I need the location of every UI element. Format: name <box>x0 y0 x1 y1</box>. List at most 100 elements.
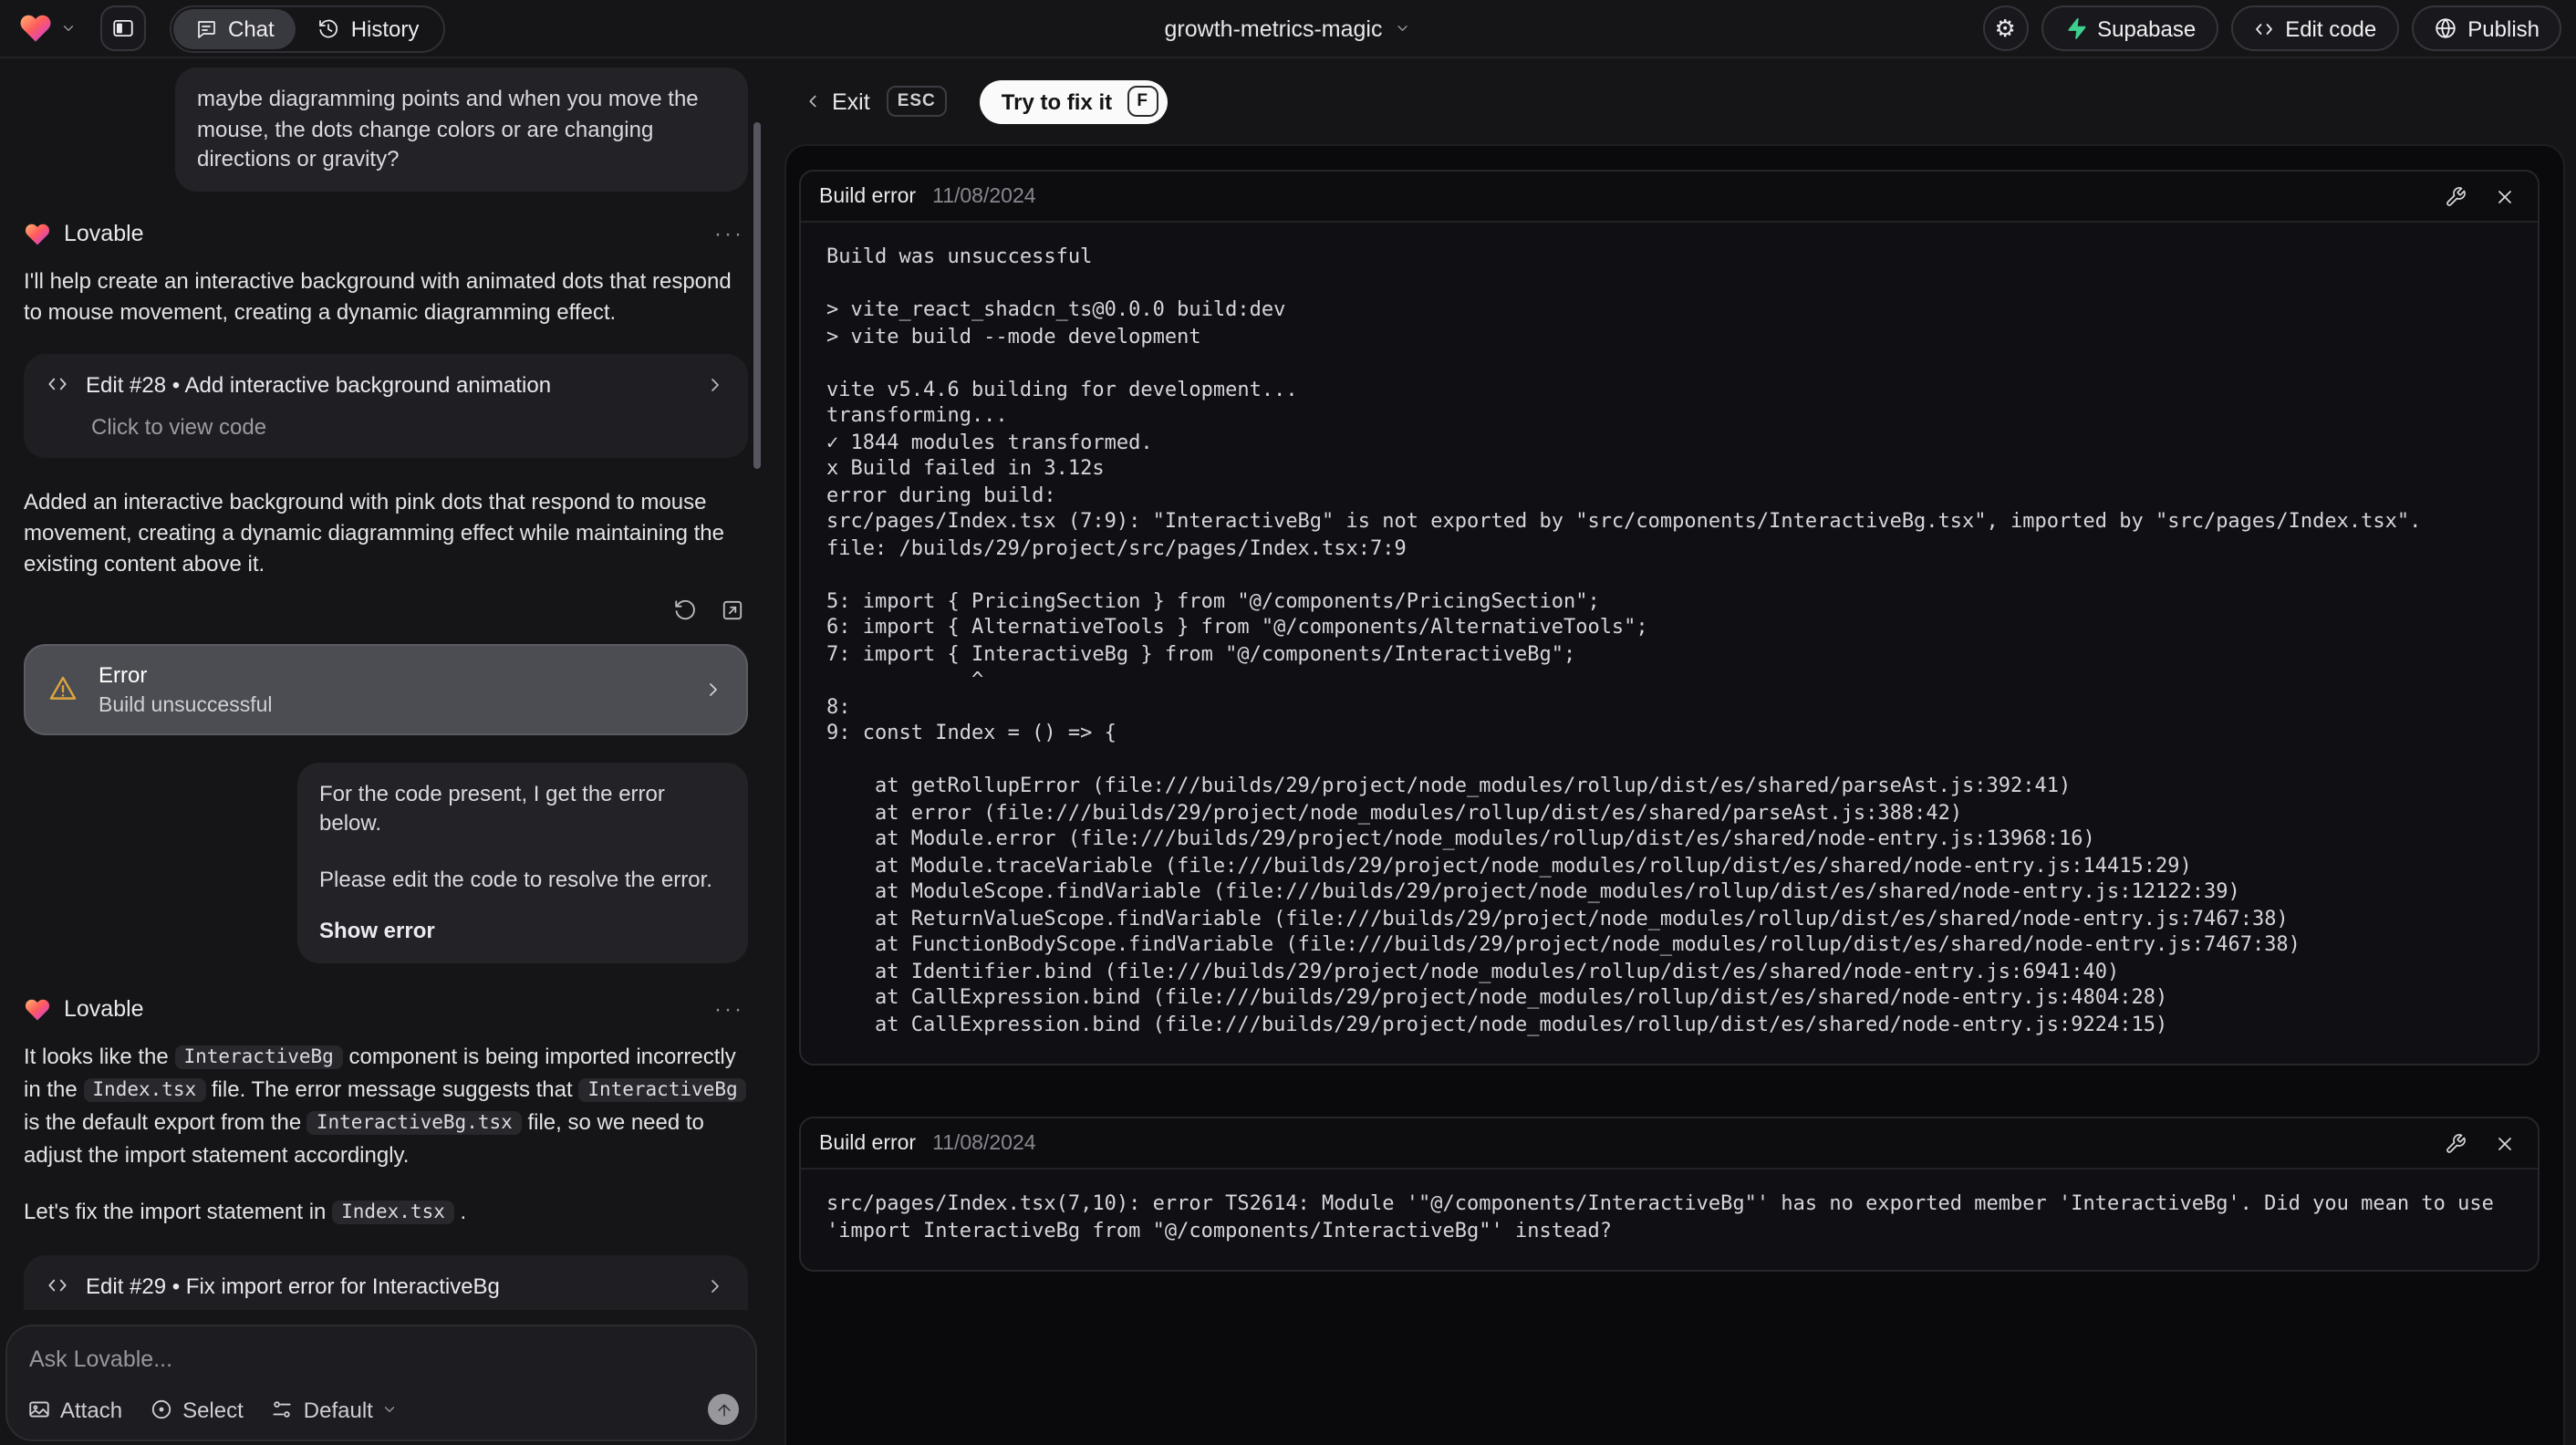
user-message-text: For the code present, I get the error be… <box>319 780 665 836</box>
error-card-title: Error <box>99 661 148 687</box>
build-error-log-text: src/pages/Index.tsx(7,10): error TS2614:… <box>826 1191 2507 1242</box>
globe-icon <box>2433 16 2457 40</box>
lovable-logo-heart-icon[interactable] <box>18 11 53 46</box>
arrow-up-icon <box>714 1400 732 1419</box>
lovable-heart-icon <box>24 220 51 247</box>
user-message-text: maybe diagramming points and when you mo… <box>197 86 699 172</box>
more-menu-icon[interactable]: ··· <box>714 221 744 246</box>
assistant-message-header: Lovable ··· <box>24 995 748 1023</box>
close-icon[interactable] <box>2494 185 2516 207</box>
publish-label: Publish <box>2467 16 2540 41</box>
model-label: Default <box>303 1397 373 1422</box>
edit-code-button[interactable]: Edit code <box>2230 5 2399 51</box>
message-actions <box>24 598 748 621</box>
history-clock-icon <box>318 17 340 39</box>
tab-history[interactable]: History <box>296 8 441 48</box>
build-error-title: Build error <box>819 185 917 207</box>
sliders-icon <box>271 1398 295 1421</box>
edit-card-title: Edit #28 • Add interactive background an… <box>86 371 552 397</box>
edit-card-28[interactable]: Edit #28 • Add interactive background an… <box>24 353 748 457</box>
refresh-icon[interactable] <box>673 598 697 621</box>
assistant-message-text: Let's fix the import statement in Index.… <box>24 1198 467 1224</box>
chat-panel: maybe diagramming points and when you mo… <box>0 57 763 1445</box>
assistant-message-text: I'll help create an interactive backgrou… <box>24 267 732 324</box>
assistant-message-header: Lovable ··· <box>24 220 748 247</box>
settings-button[interactable]: ⚙ <box>1982 5 2029 51</box>
error-detail-panel: Build error 11/08/2024 Build was unsucce… <box>784 144 2565 1445</box>
supabase-button[interactable]: Supabase <box>2041 5 2218 51</box>
attach-label: Attach <box>60 1397 123 1422</box>
project-chevron-down-icon <box>1395 20 1411 36</box>
sidebar-toggle-button[interactable] <box>100 5 146 51</box>
build-error-log-card: Build error 11/08/2024 src/pages/Index.t… <box>799 1117 2540 1272</box>
select-label: Select <box>182 1397 244 1422</box>
edit-card-title: Edit #29 • Fix import error for Interact… <box>86 1273 500 1298</box>
wrench-icon[interactable] <box>2445 185 2467 207</box>
code-brackets-icon <box>46 372 69 396</box>
esc-key-badge: ESC <box>886 86 947 117</box>
image-attach-icon <box>27 1398 51 1421</box>
build-error-card-header: Build error 11/08/2024 <box>801 172 2538 223</box>
chat-history-segmented-control: Chat History <box>170 5 445 52</box>
chat-input-box[interactable]: Ask Lovable... Attach Select Default <box>5 1325 757 1441</box>
error-card-subtitle: Build unsuccessful <box>99 694 273 716</box>
select-button[interactable]: Select <box>150 1397 244 1422</box>
build-error-card[interactable]: Error Build unsuccessful <box>24 643 748 734</box>
more-menu-icon[interactable]: ··· <box>714 996 744 1022</box>
gear-icon: ⚙ <box>1994 15 2016 42</box>
assistant-name: Lovable <box>64 996 144 1022</box>
assistant-message-text: Added an interactive background with pin… <box>24 488 724 576</box>
logo-chevron-down-icon[interactable] <box>60 20 77 36</box>
close-icon[interactable] <box>2494 1132 2516 1154</box>
app-window: Chat History growth-metrics-magic ⚙ Supa… <box>0 0 2576 1445</box>
assistant-name: Lovable <box>64 221 144 246</box>
chevron-right-icon <box>702 678 724 700</box>
exit-button[interactable]: Exit <box>832 88 870 114</box>
lovable-heart-icon <box>24 995 51 1023</box>
tab-chat[interactable]: Chat <box>173 8 296 48</box>
project-switcher[interactable]: growth-metrics-magic <box>1165 0 1412 57</box>
chat-scrollbar[interactable] <box>753 122 761 469</box>
publish-button[interactable]: Publish <box>2411 5 2561 51</box>
panel-left-icon <box>111 16 135 40</box>
top-bar: Chat History growth-metrics-magic ⚙ Supa… <box>0 0 2576 58</box>
send-button[interactable] <box>708 1394 739 1425</box>
attach-button[interactable]: Attach <box>27 1397 122 1422</box>
build-error-date: 11/08/2024 <box>932 185 1036 207</box>
user-message: maybe diagramming points and when you mo… <box>175 68 748 191</box>
build-error-title: Build error <box>819 1132 917 1154</box>
tab-chat-label: Chat <box>228 16 275 41</box>
build-error-log-text: Build was unsuccessful > vite_react_shad… <box>826 244 2422 1035</box>
f-key-badge: F <box>1127 86 1158 117</box>
open-external-icon[interactable] <box>721 598 744 621</box>
build-error-log: src/pages/Index.tsx(7,10): error TS2614:… <box>801 1170 2538 1270</box>
warning-triangle-icon <box>47 673 78 704</box>
edit-card-subtitle: Click to view code <box>91 413 267 439</box>
assistant-message-text: It looks like the InteractiveBg componen… <box>24 1041 748 1170</box>
build-error-log-card: Build error 11/08/2024 Build was unsucce… <box>799 170 2540 1066</box>
build-error-date: 11/08/2024 <box>932 1132 1036 1154</box>
tab-history-label: History <box>350 16 420 41</box>
model-selector[interactable]: Default <box>271 1397 399 1422</box>
chat-bubble-icon <box>195 17 217 39</box>
code-brackets-icon <box>46 1273 69 1297</box>
chevron-left-icon <box>803 91 823 111</box>
chat-input-placeholder[interactable]: Ask Lovable... <box>7 1326 755 1372</box>
error-view-header: Exit ESC Try to fix it F <box>803 78 1168 124</box>
edit-code-label: Edit code <box>2285 16 2377 41</box>
user-message: For the code present, I get the error be… <box>297 762 748 962</box>
build-error-log: Build was unsuccessful > vite_react_shad… <box>801 223 2538 1064</box>
supabase-bolt-icon <box>2062 16 2086 40</box>
chevron-right-icon <box>704 1274 726 1296</box>
user-message-text: Please edit the code to resolve the erro… <box>319 866 712 891</box>
code-brackets-icon <box>2252 17 2274 39</box>
show-error-link[interactable]: Show error <box>319 916 726 946</box>
project-name: growth-metrics-magic <box>1164 16 1383 41</box>
build-error-card-header: Build error 11/08/2024 <box>801 1118 2538 1170</box>
chevron-right-icon <box>704 373 726 395</box>
chat-input-area: Ask Lovable... Attach Select Default <box>0 1310 763 1445</box>
try-to-fix-label: Try to fix it <box>1001 88 1113 114</box>
wrench-icon[interactable] <box>2445 1132 2467 1154</box>
try-to-fix-button[interactable]: Try to fix it F <box>979 79 1168 123</box>
target-select-icon <box>150 1398 173 1421</box>
